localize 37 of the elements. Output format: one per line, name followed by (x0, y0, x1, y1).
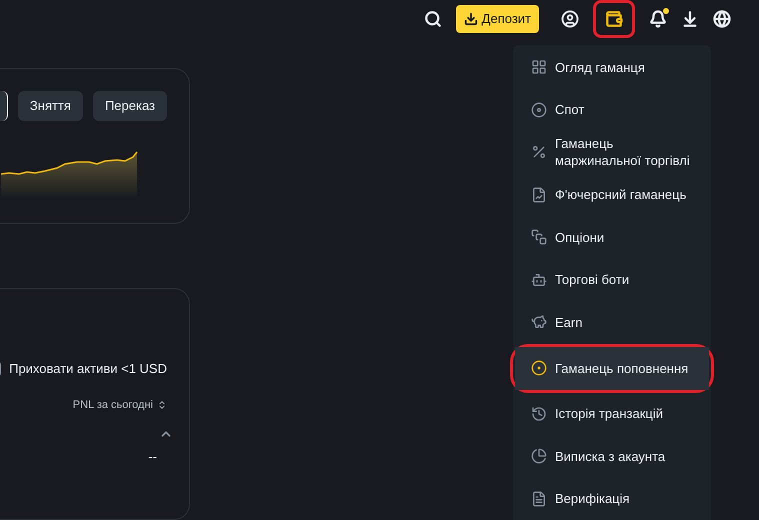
user-icon[interactable] (561, 10, 579, 28)
checkbox-label: Приховати активи <1 USD (9, 360, 167, 378)
notification-button[interactable] (649, 10, 667, 28)
menu-item[interactable]: Earn (515, 301, 709, 344)
menu-item[interactable]: Торгові боти (515, 258, 709, 301)
stack-icon (531, 229, 547, 246)
history-icon (531, 406, 547, 422)
wallet-icon (605, 10, 623, 28)
wallet-button[interactable] (593, 0, 635, 38)
menu-item[interactable]: Спот (515, 88, 709, 131)
menu-item[interactable]: Гаманець поповнення (515, 346, 709, 390)
document-icon (531, 490, 547, 507)
sort-icon (157, 400, 167, 410)
grid-icon (531, 59, 547, 76)
action-button[interactable]: Зняття (18, 91, 83, 121)
piggy-bank-icon (531, 314, 547, 330)
menu-item[interactable]: Ф'ючерсний гаманець (515, 174, 709, 216)
globe-icon[interactable] (713, 10, 731, 28)
action-button[interactable]: Переказ (92, 91, 167, 121)
disc-icon (531, 102, 547, 118)
menu-item[interactable]: Виписка з акаунта (515, 435, 709, 478)
menu-item[interactable]: Гаманець маржинальної торгівлі (515, 131, 709, 174)
robot-icon (531, 272, 547, 288)
menu-item[interactable]: Огляд гаманця (515, 46, 709, 88)
deposit-button[interactable]: Депозит (456, 5, 539, 33)
download-icon[interactable] (681, 10, 699, 28)
menu-item[interactable]: Опціони (515, 216, 709, 258)
pie-chart-icon (531, 448, 547, 464)
sort-header[interactable]: PNL за сьогодні (72, 396, 167, 414)
percent-icon (531, 144, 547, 160)
search-icon[interactable] (424, 10, 442, 28)
coin-icon (531, 360, 547, 376)
menu-item[interactable]: Верифікація (515, 478, 709, 520)
chart-file-icon (531, 186, 547, 203)
download-icon (464, 12, 478, 26)
menu-item[interactable]: Історія транзакцій (515, 392, 709, 435)
pnl-value: -- (148, 448, 157, 466)
